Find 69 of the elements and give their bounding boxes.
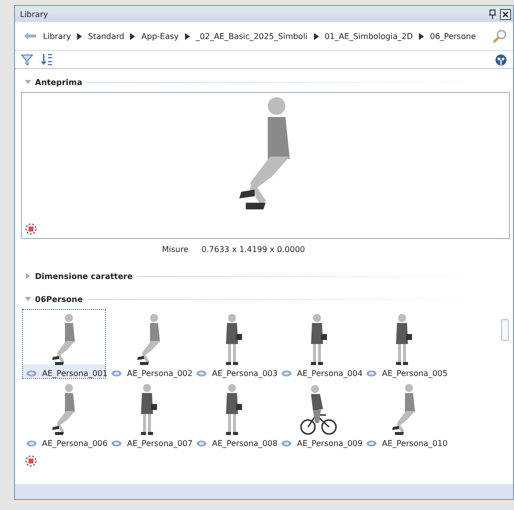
symbol-tile[interactable]: AE_Persona_005 xyxy=(362,309,446,379)
symbol-tile[interactable]: AE_Persona_004 xyxy=(277,309,361,379)
symbol-tile[interactable]: AE_Persona_006 xyxy=(22,379,106,449)
measure-label: Misure xyxy=(162,245,188,255)
chevron-icon xyxy=(130,32,136,40)
breadcrumb-link[interactable]: Standard xyxy=(88,32,124,40)
eye-icon[interactable] xyxy=(26,370,37,377)
symbol-label: AE_Persona_006 xyxy=(42,439,108,448)
symbol-label: AE_Persona_010 xyxy=(382,439,448,448)
eye-icon[interactable] xyxy=(26,440,37,447)
chevron-icon xyxy=(76,32,82,40)
symbol-label: AE_Persona_004 xyxy=(297,369,363,378)
chevron-icon xyxy=(314,32,319,40)
eye-icon[interactable] xyxy=(366,440,377,447)
breadcrumb-link[interactable]: 06_Persone xyxy=(430,32,476,40)
symbol-tile[interactable]: AE_Persona_003 xyxy=(192,309,276,379)
person-drawing xyxy=(51,383,77,436)
section-title[interactable]: Anteprima xyxy=(35,78,82,86)
symbol-label: AE_Persona_002 xyxy=(127,369,193,378)
symbol-label: AE_Persona_008 xyxy=(212,439,278,448)
measure-value: 0.7633 x 1.4199 x 0.0000 xyxy=(201,245,306,255)
close-icon[interactable] xyxy=(500,8,511,20)
eye-icon[interactable] xyxy=(111,370,122,377)
symbol-label: AE_Persona_007 xyxy=(127,439,193,448)
pin-icon[interactable] xyxy=(488,8,497,20)
record-icon[interactable] xyxy=(25,455,37,467)
expand-caret-icon[interactable] xyxy=(25,273,31,279)
eye-icon[interactable] xyxy=(196,370,207,377)
collapse-caret-icon[interactable] xyxy=(25,79,31,85)
symbol-tile[interactable]: AE_Persona_001 xyxy=(22,309,106,379)
breadcrumb-link[interactable]: _02_AE_Basic_2025_Simboli xyxy=(196,32,308,40)
person-drawing xyxy=(140,383,158,436)
scrollbar-thumb[interactable] xyxy=(501,319,509,341)
eye-icon[interactable] xyxy=(196,440,207,447)
breadcrumb-link[interactable]: 01_AE_Simbologia_2D xyxy=(324,32,413,40)
filter-icon[interactable] xyxy=(21,54,33,66)
section-title[interactable]: 06Persone xyxy=(35,294,83,304)
person-drawing xyxy=(51,313,77,366)
symbol-label: AE_Persona_003 xyxy=(212,369,278,378)
person-drawing xyxy=(391,383,417,436)
chevron-icon xyxy=(418,32,424,40)
sort-icon[interactable] xyxy=(41,53,53,66)
eye-icon[interactable] xyxy=(281,370,292,377)
eye-icon[interactable] xyxy=(366,370,377,377)
search-icon[interactable] xyxy=(493,29,507,43)
window-title: Library xyxy=(20,10,49,18)
symbol-tile[interactable]: AE_Persona_002 xyxy=(107,309,191,379)
symbol-label: AE_Persona_001 xyxy=(42,369,108,378)
symbol-tile[interactable]: AE_Persona_009 xyxy=(277,379,361,449)
chevron-icon xyxy=(184,32,190,40)
person-drawing xyxy=(136,313,162,366)
symbol-label: AE_Persona_009 xyxy=(297,439,363,448)
symbol-tile[interactable]: AE_Persona_008 xyxy=(192,379,276,449)
person-drawing xyxy=(300,384,338,435)
person-drawing xyxy=(395,313,413,366)
eye-icon[interactable] xyxy=(281,440,292,447)
person-drawing xyxy=(310,313,328,366)
person-drawing xyxy=(225,313,243,366)
eye-icon[interactable] xyxy=(111,440,122,447)
back-arrow-icon[interactable] xyxy=(23,31,37,41)
breadcrumb-link[interactable]: App-Easy xyxy=(141,32,179,40)
record-icon[interactable] xyxy=(25,223,37,235)
symbol-tile[interactable]: AE_Persona_007 xyxy=(107,379,191,449)
symbol-tile[interactable]: AE_Persona_010 xyxy=(362,379,446,449)
person-drawing xyxy=(225,383,243,436)
section-title[interactable]: Dimensione carattere xyxy=(35,272,133,280)
breadcrumb-link[interactable]: Library xyxy=(43,32,71,40)
symbol-label: AE_Persona_005 xyxy=(382,369,448,378)
collapse-caret-icon[interactable] xyxy=(25,296,31,302)
